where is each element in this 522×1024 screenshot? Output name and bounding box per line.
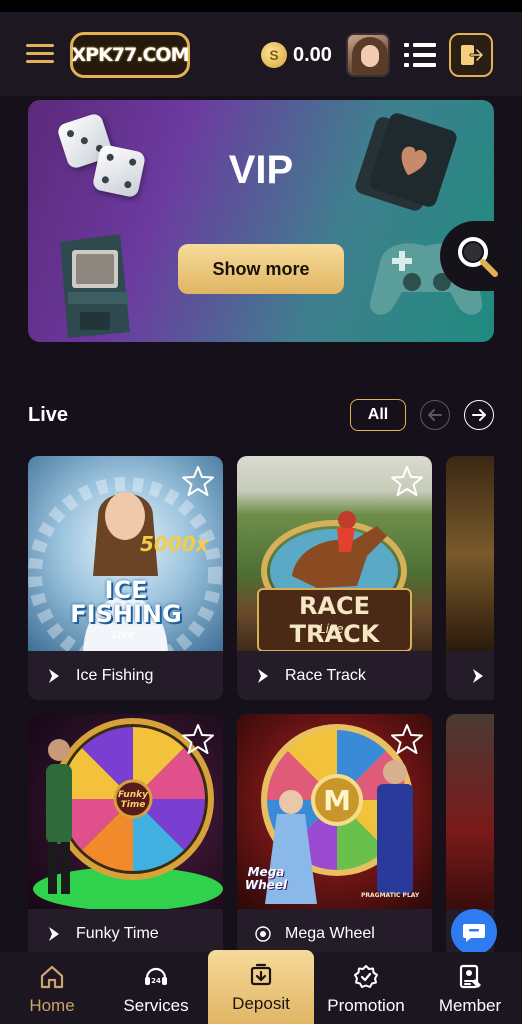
balance-amount: 0.00 [293,44,332,66]
avatar[interactable] [346,33,390,77]
status-bar [0,0,522,12]
game-card-ice-fishing[interactable]: 5000x ICE FISHING Live Ice Fishing [28,456,223,700]
promotion-badge-icon [354,965,378,988]
member-icon [459,964,481,989]
vip-banner[interactable]: VIP Show more [28,100,494,342]
nav-label: Member [438,996,502,1015]
thumbnail-subtitle: PRAGMATIC PLAY [361,892,420,899]
favorite-star-icon[interactable] [181,722,215,756]
game-card-footer: Race Track [237,651,432,700]
nav-services[interactable]: 24 Services [104,952,208,1024]
search-button[interactable] [440,221,522,291]
pragmatic-play-icon [255,925,271,942]
site-logo[interactable]: XPK77.COM [70,32,190,78]
game-card-footer: Ice Fishing [28,651,223,700]
bottom-navigation: Home 24 Services Deposit Promotion Membe… [0,950,522,1024]
favorite-star-icon[interactable] [181,464,215,498]
nav-home[interactable]: Home [0,952,104,1024]
game-provider-icon [49,668,59,683]
search-icon [458,237,498,277]
logout-button[interactable] [449,33,493,77]
deposit-icon [250,963,272,986]
game-provider-icon [473,668,483,683]
game-card-mega-wheel[interactable]: M Mega Wheel PRAGMATIC PLAY Mega Wheel [237,714,432,958]
support-24h-icon: 24 [145,967,167,985]
nav-label: Deposit [232,994,290,1013]
nav-label: Services [123,996,189,1015]
game-card-partial[interactable] [446,456,494,700]
game-card-footer: Funky Time [28,909,223,958]
arrow-right-icon [472,409,486,421]
thumbnail-title: Mega Wheel [244,865,288,892]
chat-button[interactable] [451,909,497,955]
svg-text:M: M [323,784,351,817]
thumbnail-subtitle: Live [319,622,344,636]
favorite-star-icon[interactable] [390,464,424,498]
thumbnail-title: ICE FISHING [70,576,182,628]
list-icon[interactable] [404,42,436,68]
banner-title: VIP [228,148,294,192]
nav-deposit[interactable]: Deposit [208,950,314,1024]
game-name: Ice Fishing [76,666,154,684]
logo-text: XPK77.COM [71,44,190,66]
game-card-race-track[interactable]: RACE TRACK Live Race Track [237,456,432,700]
nav-member[interactable]: Member [418,952,522,1024]
thumbnail-title: Funky Time [118,790,148,810]
next-button[interactable] [464,400,494,430]
thumbnail-subtitle: Live [112,628,135,641]
chat-icon [463,924,485,942]
favorite-star-icon[interactable] [390,722,424,756]
game-provider-icon [49,926,59,941]
home-icon [40,965,64,989]
game-name: Race Track [285,666,366,684]
game-name: Mega Wheel [285,924,375,942]
all-button[interactable]: All [350,399,406,431]
game-card-funky-time[interactable]: Funky Time Funky Time [28,714,223,958]
coin-icon: S [261,42,287,68]
game-name: Funky Time [76,924,159,942]
arcade-machine-image [60,234,130,338]
logout-icon [461,45,484,65]
section-title-live: Live [28,404,69,426]
top-bar: XPK77.COM S 0.00 [0,12,522,96]
thumbnail-title: RACE TRACK [257,588,412,651]
arrow-left-icon [428,409,442,421]
svg-text:24: 24 [151,977,161,985]
previous-button[interactable] [420,400,450,430]
nav-label: Home [29,996,75,1015]
nav-promotion[interactable]: Promotion [314,952,418,1024]
thumbnail-badge: 5000x [140,532,209,556]
nav-label: Promotion [327,996,405,1015]
game-provider-icon [258,668,268,683]
show-more-button[interactable]: Show more [178,244,344,294]
menu-icon[interactable] [26,44,54,66]
